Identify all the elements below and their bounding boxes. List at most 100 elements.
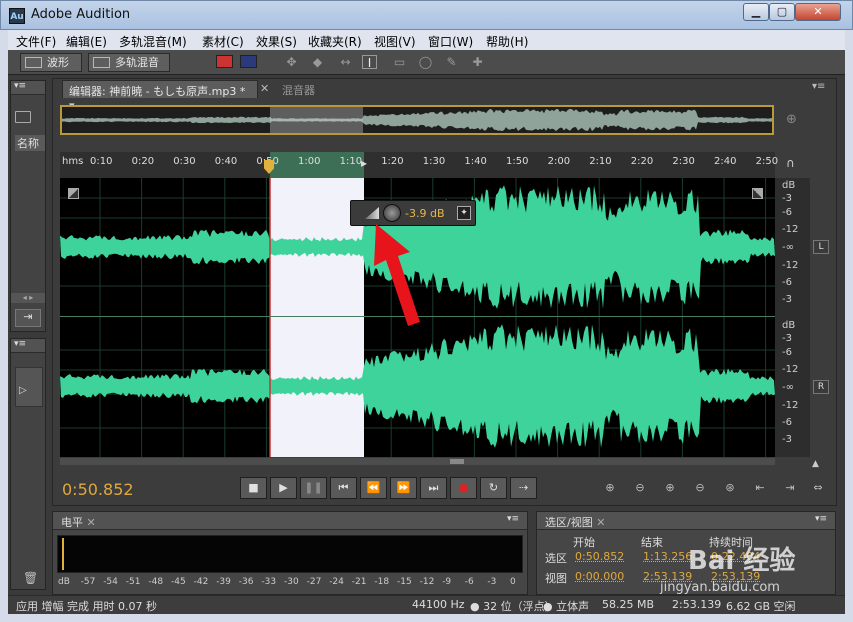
folder-icon[interactable] [15, 111, 31, 123]
level-tick: -3 [487, 577, 497, 587]
level-tick: -36 [238, 577, 254, 587]
level-tick: -54 [103, 577, 118, 587]
move-tool-icon[interactable]: ✥ [284, 55, 299, 69]
slip-tool-icon[interactable]: ↔ [338, 55, 353, 69]
menu-clip[interactable]: 素材(C) [202, 33, 244, 50]
pin-icon[interactable]: ✦ [457, 206, 471, 220]
left-channel-label[interactable]: L [813, 240, 829, 254]
headphone-icon[interactable]: ∩ [786, 156, 795, 170]
spectral-pitch-icon[interactable] [240, 55, 257, 68]
fade-out-handle[interactable] [752, 188, 763, 199]
play-button[interactable]: ▶ [270, 477, 297, 499]
minimize-button[interactable]: ▁ [743, 3, 769, 21]
volume-value[interactable]: -3.9 dB [405, 207, 445, 220]
selection-end[interactable]: 1:13.256 [643, 550, 692, 563]
multitrack-view-button[interactable]: 多轨混音 [88, 53, 170, 72]
scroll-up-icon[interactable]: ▲ [812, 459, 819, 469]
menu-multitrack[interactable]: 多轨混音(M) [119, 33, 187, 50]
menu-view[interactable]: 视图(V) [374, 33, 416, 50]
db-scale [775, 178, 810, 457]
multitrack-icon [93, 57, 110, 68]
insert-into-multitrack-icon[interactable]: ⇥ [15, 309, 41, 327]
start-header: 开始 [573, 536, 595, 549]
to-start-button[interactable]: ⏮ [330, 477, 357, 499]
db-tick: -3 [782, 294, 792, 305]
scrollbar-thumb[interactable] [450, 459, 464, 464]
annotation-arrow [374, 224, 420, 326]
record-button[interactable]: ● [450, 477, 477, 499]
lasso-tool-icon[interactable]: ◯ [418, 55, 433, 69]
close-tab-icon[interactable]: ✕ [260, 82, 269, 95]
rewind-button[interactable]: ⏪ [360, 477, 387, 499]
skip-button[interactable]: ⇢ [510, 477, 537, 499]
loop-button[interactable]: ↻ [480, 477, 507, 499]
zoom-out-amplitude-icon[interactable]: ⊖ [630, 481, 650, 497]
overview-selection[interactable] [270, 107, 363, 133]
status-sample-rate: 44100 Hz [412, 598, 465, 611]
waveform-view-button[interactable]: 波形 [20, 53, 82, 72]
files-name-column-header[interactable]: 名称 [15, 135, 45, 151]
marquee-tool-icon[interactable]: ▭ [392, 55, 407, 69]
to-end-button[interactable]: ⏭ [420, 477, 447, 499]
ruler-tick: 2:10 [589, 156, 612, 167]
menu-file[interactable]: 文件(F) [16, 33, 56, 50]
level-tick: -18 [374, 577, 390, 587]
level-tick: -27 [306, 577, 322, 587]
panel-menu-icon[interactable]: ▾≡ [815, 514, 827, 524]
selection-end-marker[interactable]: ▸ [361, 156, 367, 170]
menu-edit[interactable]: 编辑(E) [66, 33, 107, 50]
razor-tool-icon[interactable]: ◆ [310, 55, 325, 69]
maximize-button[interactable]: ▢ [769, 3, 795, 21]
time-selection-tool-icon[interactable]: I [362, 55, 377, 70]
horizontal-scrollbar[interactable] [60, 458, 775, 465]
volume-knob[interactable] [383, 204, 401, 222]
zoom-full-icon[interactable]: ⇔ [808, 481, 828, 497]
zoom-in-amplitude-icon[interactable]: ⊕ [600, 481, 620, 497]
level-tick: -6 [464, 577, 474, 587]
files-scrollbar[interactable]: ◂ ▸ [11, 293, 45, 303]
level-tick: 0 [510, 577, 516, 587]
level-tick: -39 [216, 577, 231, 587]
selection-start[interactable]: 0:50.852 [575, 550, 624, 563]
right-channel-label[interactable]: R [813, 380, 829, 394]
overview-waveform [62, 108, 772, 132]
menu-window[interactable]: 窗口(W) [428, 33, 473, 50]
timecode-display[interactable]: 0:50.852 [62, 480, 134, 499]
menu-favorites[interactable]: 收藏夹(R) [308, 33, 362, 50]
fast-forward-button[interactable]: ⏩ [390, 477, 417, 499]
time-ruler[interactable] [60, 152, 775, 178]
fade-in-handle[interactable] [68, 188, 79, 199]
level-panel-header: 电平 ✕ ▾≡ [53, 512, 527, 530]
level-tick: -21 [351, 577, 367, 587]
zoom-selection-icon[interactable]: ⊛ [720, 481, 740, 497]
panel-menu-icon[interactable]: ▾≡ [507, 514, 519, 524]
ruler-tick: 2:00 [547, 156, 571, 167]
brush-tool-icon[interactable]: ✎ [444, 55, 459, 69]
status-duration: 2:53.139 [672, 598, 722, 611]
mixer-tab[interactable]: 混音器 [282, 82, 315, 98]
spot-healing-tool-icon[interactable]: ✚ [470, 55, 485, 69]
panel-menu-icon[interactable]: ▾≡ [11, 81, 45, 95]
menu-effects[interactable]: 效果(S) [256, 33, 297, 50]
zoom-out-full-icon[interactable]: ⊖ [690, 481, 710, 497]
editor-tab[interactable]: 编辑器: 神前暁 - もしも原声.mp3 * ▾ [62, 80, 258, 112]
spectral-frequency-icon[interactable] [216, 55, 233, 68]
menu-help[interactable]: 帮助(H) [486, 33, 528, 50]
pause-button[interactable]: ❚❚ [300, 477, 327, 499]
panel-menu-icon[interactable]: ▾≡ [11, 339, 45, 353]
panel-menu-icon[interactable]: ▾≡ [812, 81, 825, 92]
effects-panel: ▾≡ ▷ 🗑 [10, 338, 46, 590]
toolbar: 波形 多轨混音 ✥ ◆ ↔ I ▭ ◯ ✎ ✚ [8, 50, 845, 75]
zoom-in-left-icon[interactable]: ⇤ [750, 481, 770, 497]
stop-button[interactable]: ■ [240, 477, 267, 499]
level-tick: -48 [148, 577, 164, 587]
zoom-navigator-icon[interactable]: ⊕ [786, 112, 797, 127]
play-arrow-icon[interactable]: ▷ [19, 385, 27, 396]
ruler-tick: 0:10 [90, 156, 113, 167]
zoom-in-time-icon[interactable]: ⊕ [660, 481, 680, 497]
menu-bar: 文件(F) 编辑(E) 多轨混音(M) 素材(C) 效果(S) 收藏夹(R) 视… [8, 30, 845, 50]
trash-icon[interactable]: 🗑 [23, 571, 38, 585]
view-start[interactable]: 0:00.000 [575, 570, 624, 583]
close-button[interactable]: ✕ [795, 3, 841, 21]
zoom-in-right-icon[interactable]: ⇥ [780, 481, 800, 497]
